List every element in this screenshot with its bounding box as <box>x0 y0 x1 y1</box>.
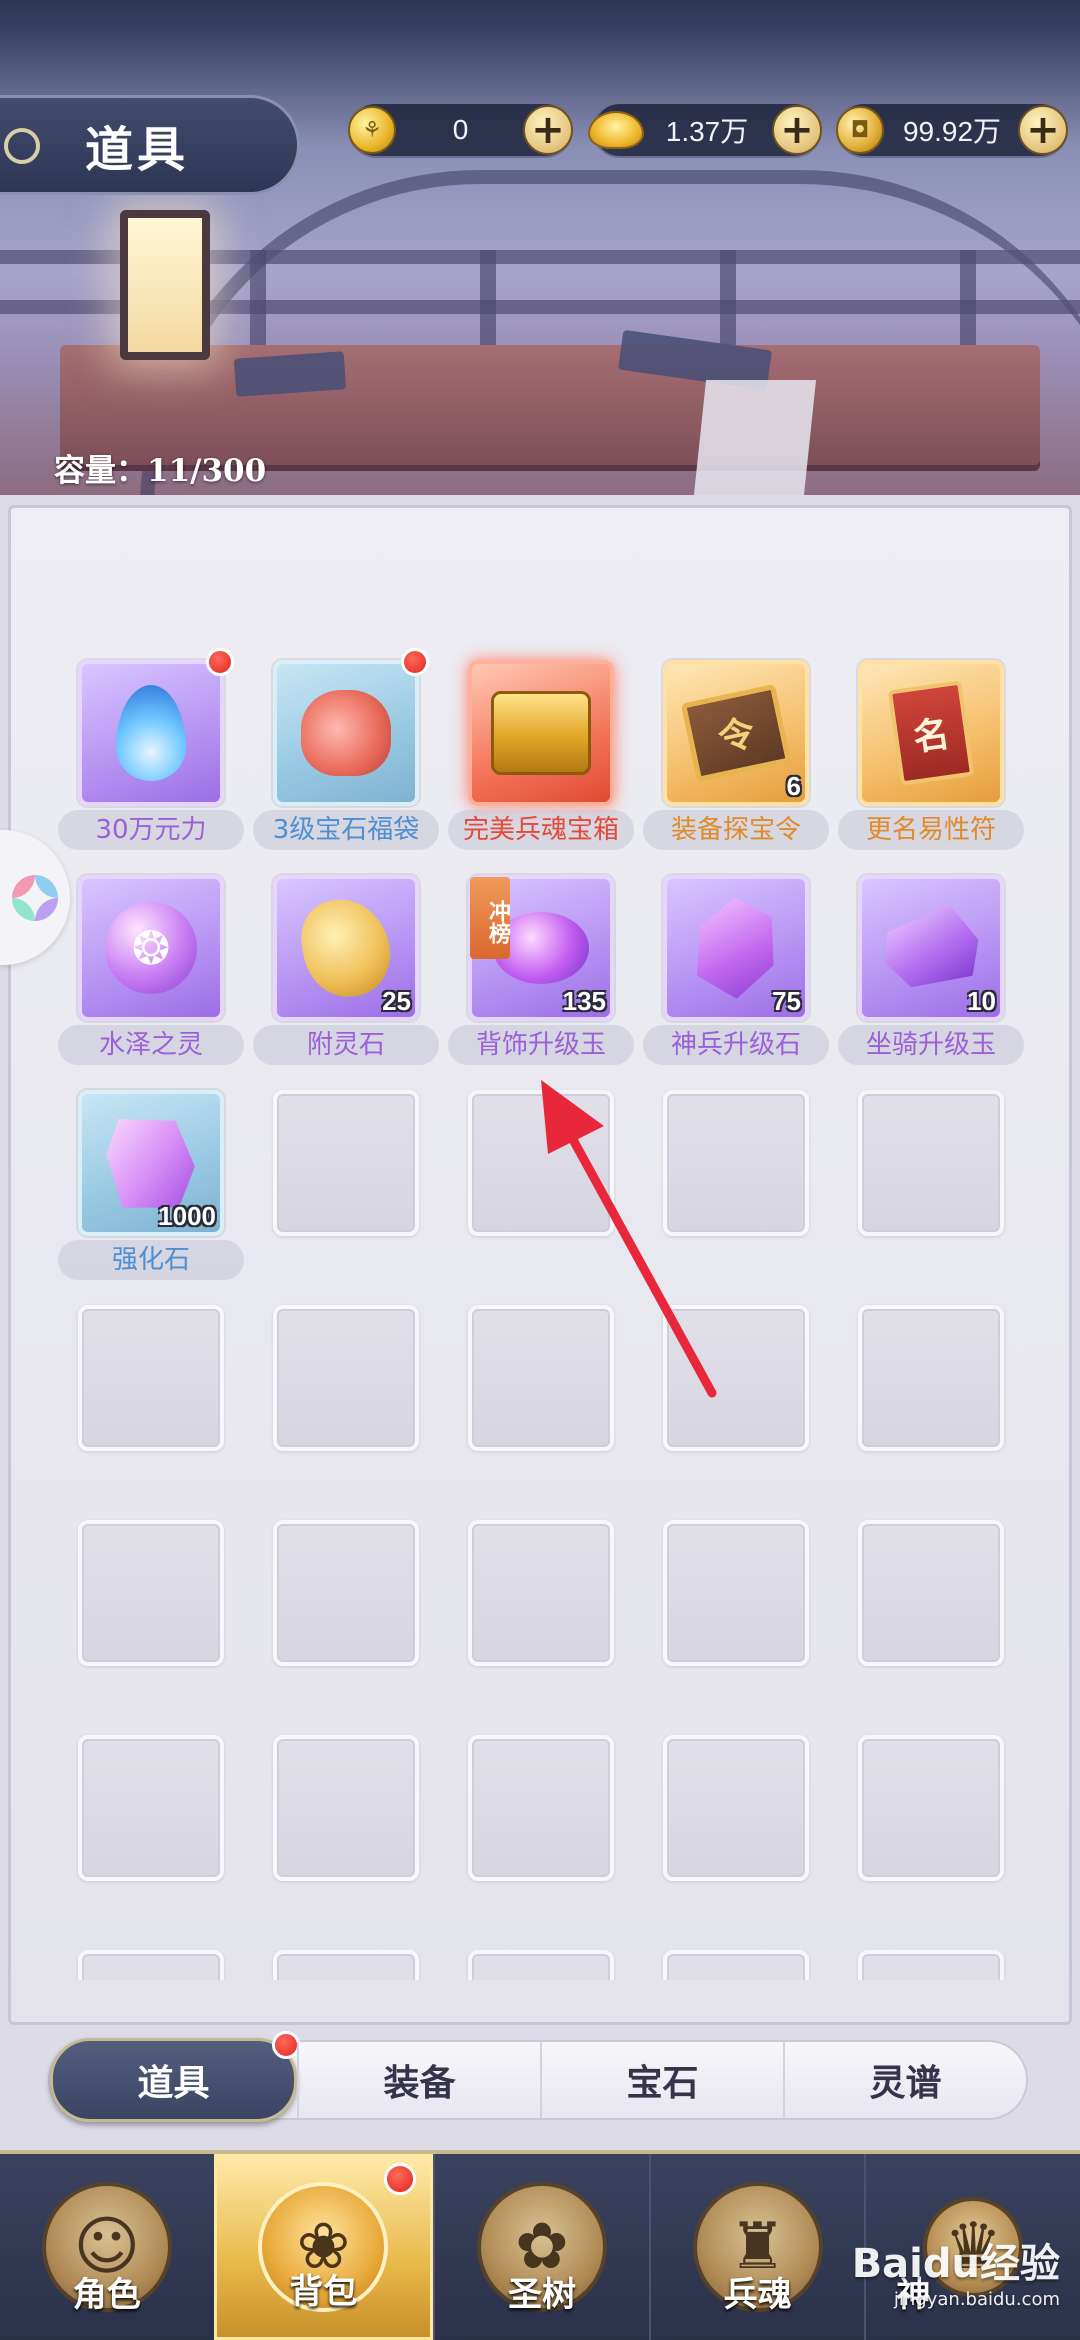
blue-flame-icon <box>116 685 186 781</box>
item-slot[interactable]: 25 附灵石 <box>253 875 439 1065</box>
empty-slot[interactable] <box>273 1950 419 1980</box>
empty-slot[interactable] <box>858 1735 1004 1881</box>
nav-label: 兵魂 <box>723 2275 792 2315</box>
gem-pouch-icon <box>301 690 391 776</box>
item-count: 6 <box>786 771 801 801</box>
item-name: 更名易性符 <box>838 810 1024 850</box>
item-name: 强化石 <box>58 1240 244 1280</box>
empty-slot[interactable] <box>663 1950 809 1980</box>
tab-items[interactable]: 道具 <box>50 2031 300 2122</box>
water-spirit-orb-icon: ❂ <box>105 902 197 994</box>
empty-slot[interactable] <box>858 1520 1004 1666</box>
empty-slot[interactable] <box>468 1305 614 1451</box>
rename-card-icon: 名 <box>887 680 975 786</box>
empty-slot[interactable] <box>858 1305 1004 1451</box>
empty-slot[interactable] <box>468 1735 614 1881</box>
item-count: 135 <box>562 986 606 1016</box>
nav-label: 角色 <box>72 2275 141 2315</box>
watermark-url: jingyan.baidu.com <box>893 2289 1060 2310</box>
empty-slot[interactable] <box>663 1090 809 1236</box>
tab-label: 宝石 <box>626 2063 699 2104</box>
item-name: 附灵石 <box>253 1025 439 1065</box>
tab-equipment[interactable]: 装备 <box>297 2042 540 2118</box>
item-slot[interactable]: 1000 强化石 <box>58 1090 244 1280</box>
empty-slot[interactable] <box>663 1305 809 1451</box>
item-frame: 名 <box>858 660 1004 806</box>
tab-label: 道具 <box>137 2063 210 2104</box>
treasure-token-icon: 令 <box>680 683 792 783</box>
empty-slot[interactable] <box>858 1950 1004 1980</box>
notification-dot <box>206 648 234 676</box>
item-name: 完美兵魂宝箱 <box>448 810 634 850</box>
nav-weapon-soul[interactable]: ♜ 兵魂 <box>648 2154 865 2340</box>
item-name: 背饰升级玉 <box>448 1025 634 1065</box>
item-name: 神兵升级石 <box>643 1025 829 1065</box>
empty-slot[interactable] <box>273 1090 419 1236</box>
partial-row <box>0 1950 1080 1980</box>
item-frame: ❂ <box>78 875 224 1021</box>
item-slot[interactable]: 完美兵魂宝箱 <box>448 660 634 850</box>
notification-dot <box>401 648 429 676</box>
nav-character[interactable]: ☺ 角色 <box>0 2154 214 2340</box>
empty-slot[interactable] <box>273 1735 419 1881</box>
mount-upgrade-jade-icon <box>875 900 986 995</box>
item-slot[interactable]: ❂ 水泽之灵 <box>58 875 244 1065</box>
inventory-grid: 30万元力 3级宝石福袋 完美兵魂宝箱 令 6 装备探宝令 名 更名易性符 ❂ … <box>0 0 1080 1980</box>
treasure-chest-icon <box>491 691 591 775</box>
item-name: 3级宝石福袋 <box>253 810 439 850</box>
empty-slot[interactable] <box>78 1950 224 1980</box>
item-slot[interactable]: 3级宝石福袋 <box>253 648 439 850</box>
empty-slot[interactable] <box>78 1735 224 1881</box>
pinwheel-icon <box>12 874 58 921</box>
empty-slot[interactable] <box>78 1305 224 1451</box>
item-name: 装备探宝令 <box>643 810 829 850</box>
item-count: 10 <box>967 986 996 1016</box>
item-slot[interactable]: 令 6 装备探宝令 <box>643 660 829 850</box>
ranking-tag: 冲榜 <box>470 877 510 959</box>
item-slot[interactable]: 冲榜 135 背饰升级玉 <box>448 875 634 1065</box>
tab-label: 装备 <box>383 2063 456 2104</box>
item-count: 1000 <box>158 1201 216 1231</box>
item-frame <box>78 660 224 806</box>
nav-bag[interactable]: ❀ 背包 <box>213 2154 434 2340</box>
empty-slot[interactable] <box>663 1735 809 1881</box>
item-slot[interactable]: 名 更名易性符 <box>838 660 1024 850</box>
watermark-main: Baidu经验 <box>851 2241 1060 2287</box>
empty-slot[interactable] <box>663 1520 809 1666</box>
notification-dot <box>272 2031 300 2059</box>
item-count: 25 <box>382 986 411 1016</box>
nav-label: 圣树 <box>507 2275 576 2315</box>
empty-slot[interactable] <box>468 1520 614 1666</box>
item-name: 水泽之灵 <box>58 1025 244 1065</box>
empty-slot[interactable] <box>273 1520 419 1666</box>
empty-slot[interactable] <box>78 1520 224 1666</box>
item-slot[interactable]: 75 神兵升级石 <box>643 875 829 1065</box>
item-frame <box>468 660 614 806</box>
notification-dot <box>384 2163 417 2195</box>
empty-slot[interactable] <box>468 1090 614 1236</box>
item-frame <box>273 660 419 806</box>
item-name: 30万元力 <box>58 810 244 850</box>
tab-spirit-book[interactable]: 灵谱 <box>783 2042 1026 2118</box>
category-tabs: 道具 装备 宝石 灵谱 <box>48 2031 1028 2122</box>
item-name: 坐骑升级玉 <box>838 1025 1024 1065</box>
empty-slot[interactable] <box>273 1305 419 1451</box>
tab-gems[interactable]: 宝石 <box>540 2042 783 2118</box>
item-slot[interactable]: 10 坐骑升级玉 <box>838 875 1024 1065</box>
empty-slot[interactable] <box>858 1090 1004 1236</box>
empty-slot[interactable] <box>468 1950 614 1980</box>
nav-label: 背包 <box>289 2272 358 2312</box>
item-slot[interactable]: 30万元力 <box>58 648 244 850</box>
baidu-watermark: Baidu经验 jingyan.baidu.com <box>852 2231 1060 2310</box>
item-count: 75 <box>772 986 801 1016</box>
nav-sacred-tree[interactable]: ✿ 圣树 <box>433 2154 649 2340</box>
tab-label: 灵谱 <box>869 2063 942 2104</box>
